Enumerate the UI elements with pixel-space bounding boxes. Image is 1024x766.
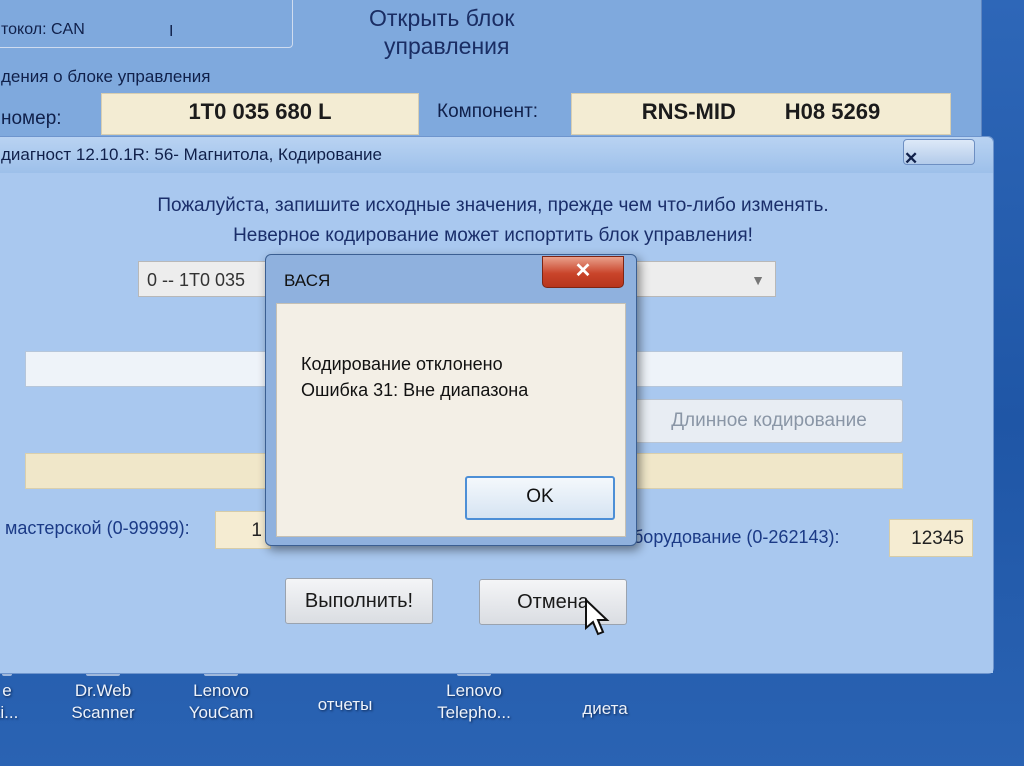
- main-window: токол: CAN I Открыть блок управления ден…: [0, 0, 982, 152]
- warning-line1: Пожалуйста, запишите исходные значения, …: [157, 195, 829, 216]
- desktop-icon-label: YouCam: [188, 703, 254, 722]
- message-line1: Кодирование отклонено: [301, 354, 503, 374]
- workshop-field[interactable]: 1: [215, 511, 271, 549]
- desktop-icon-label: Lenovo: [446, 681, 502, 700]
- part-number-field: 1T0 035 680 L: [101, 93, 419, 135]
- section-title: дения о блоке управления: [1, 67, 211, 86]
- message-line2: Ошибка 31: Вне диапазона: [301, 380, 529, 400]
- desktop-icon-diet[interactable]: диета: [560, 676, 650, 720]
- open-block-line2[interactable]: управления: [384, 33, 509, 60]
- coding-close-button[interactable]: ✕: [903, 139, 975, 168]
- warning-line2: Неверное кодирование может испортить бло…: [233, 225, 753, 246]
- desktop-icon-label: диета: [582, 699, 628, 718]
- desktop-icon-label: отчеты: [317, 695, 373, 714]
- open-block-line1[interactable]: Открыть блок: [369, 5, 514, 32]
- desktop-icon-bar: e ti... Dr.Web Scanner Lenovo YouCam отч…: [0, 668, 1024, 766]
- coding-title: диагност 12.10.1R: 56- Магнитола, Кодиро…: [1, 145, 382, 164]
- long-coding-button[interactable]: Длинное кодирование: [635, 399, 903, 443]
- desktop-icon-label: Lenovo: [193, 681, 249, 700]
- workshop-label: мастерской (0-99999):: [5, 518, 190, 538]
- desktop-icon-label: e: [2, 681, 12, 700]
- execute-button[interactable]: Выполнить!: [285, 578, 433, 624]
- desktop-icon-drweb[interactable]: Dr.Web Scanner: [58, 668, 148, 724]
- message-close-button[interactable]: ✕: [542, 256, 624, 288]
- ok-button[interactable]: OK: [465, 476, 615, 520]
- coding-select-value: 0 -- 1T0 035: [147, 270, 246, 290]
- equipment-field[interactable]: 12345: [889, 519, 973, 557]
- close-icon: ✕: [904, 149, 919, 168]
- component-field: RNS-MID H08 5269: [571, 93, 951, 135]
- protocol-mark: I: [169, 23, 174, 40]
- number-label: номер:: [1, 108, 62, 129]
- desktop-icon-label: Dr.Web: [74, 681, 132, 700]
- desktop-icon-label: ti...: [0, 703, 19, 722]
- chevron-down-icon[interactable]: ▼: [751, 262, 765, 298]
- error-message-box: ВАСЯ ✕ Кодирование отклонено Ошибка 31: …: [265, 254, 637, 546]
- desktop-icon-telephony[interactable]: Lenovo Telepho...: [424, 668, 524, 724]
- message-box-body: Кодирование отклонено Ошибка 31: Вне диа…: [276, 303, 626, 537]
- desktop-icon-youcam[interactable]: Lenovo YouCam: [176, 668, 266, 724]
- coding-title-bar: диагност 12.10.1R: 56- Магнитола, Кодиро…: [0, 137, 993, 174]
- desktop-icon-label: Scanner: [71, 703, 135, 722]
- close-icon: ✕: [574, 260, 592, 282]
- component-label: Компонент:: [437, 101, 539, 122]
- equipment-label: борудование (0-262143):: [633, 527, 840, 547]
- desktop-icon-1[interactable]: e ti...: [0, 668, 22, 724]
- desktop-icon-label: Telepho...: [437, 703, 511, 722]
- mouse-cursor-icon: [585, 598, 610, 636]
- protocol-label: токол: CAN: [1, 21, 85, 38]
- desktop-icon-reports[interactable]: отчеты: [300, 672, 390, 716]
- message-box-title: ВАСЯ: [284, 271, 331, 290]
